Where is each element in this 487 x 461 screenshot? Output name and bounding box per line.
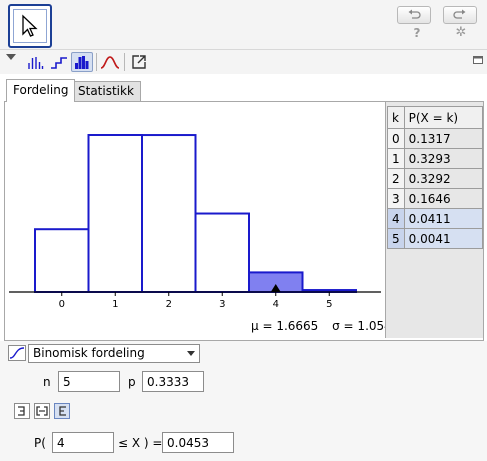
table-cell-probability: 0.1317 — [403, 128, 484, 149]
distribution-selected: Binomisk fordeling — [33, 346, 145, 360]
distribution-dropdown[interactable]: Binomisk fordeling — [28, 344, 200, 363]
gear-icon[interactable]: ✲ — [453, 25, 469, 41]
lower-bound-field[interactable] — [52, 432, 114, 453]
table-cell-probability: 0.3293 — [403, 148, 484, 169]
x-tick-label: 5 — [326, 299, 332, 310]
n-label: n — [43, 375, 51, 389]
tab-statistikk[interactable]: Statistikk — [71, 81, 141, 101]
tab-fordeling[interactable]: Fordeling — [6, 79, 76, 102]
p-label: p — [128, 375, 136, 389]
left-sided-icon — [18, 406, 25, 416]
histogram-bar — [34, 228, 90, 293]
interval-icon — [36, 406, 48, 416]
mean-label: μ = 1.6665 — [251, 319, 319, 333]
histogram-icon[interactable] — [71, 52, 93, 72]
normal-curve-icon[interactable] — [99, 52, 121, 72]
table-cell-probability: 0.3292 — [403, 168, 484, 189]
discrete-bars-icon[interactable] — [24, 52, 46, 72]
table-cell-k: 5 — [387, 228, 405, 249]
step-function-icon[interactable] — [48, 52, 70, 72]
undock-icon[interactable] — [473, 56, 483, 64]
undo-button[interactable] — [397, 6, 431, 24]
probability-prefix: P( — [34, 436, 46, 450]
table-row: 2 0.3292 — [387, 168, 484, 189]
table-cell-k: 4 — [387, 208, 405, 229]
table-header-p: P(X = k) — [403, 106, 484, 129]
p-field[interactable] — [142, 371, 204, 392]
probability-histogram: 0 1 2 3 4 5 — [9, 134, 381, 310]
chevron-down-icon — [187, 351, 195, 356]
histogram-bar — [87, 134, 143, 293]
redo-button[interactable] — [443, 6, 477, 24]
table-cell-probability: 0.0041 — [403, 228, 484, 249]
n-field[interactable] — [58, 371, 120, 392]
redo-icon — [453, 9, 466, 19]
table-cell-k: 2 — [387, 168, 405, 189]
view-menu-arrow-icon[interactable] — [6, 54, 16, 60]
probability-table: k P(X = k) 0 0.1317 1 0.3293 2 0.3292 3 0.1646 4… — [387, 106, 484, 249]
table-cell-k: 0 — [387, 128, 405, 149]
table-row: 5 0.0041 — [387, 228, 484, 249]
histogram-bar — [194, 212, 250, 293]
probability-result-field[interactable] — [162, 432, 234, 453]
cumulative-toggle-button[interactable] — [8, 345, 26, 361]
x-tick-label: 2 — [166, 299, 172, 310]
undo-icon — [408, 9, 421, 19]
cumulative-curve-icon — [9, 347, 25, 359]
interval-button[interactable] — [34, 403, 50, 419]
move-tool-button[interactable] — [8, 4, 52, 48]
x-tick-label: 3 — [219, 299, 225, 310]
table-row: 1 0.3293 — [387, 148, 484, 169]
help-icon[interactable]: ? — [410, 26, 424, 42]
table-cell-k: 1 — [387, 148, 405, 169]
x-tick-label: 1 — [112, 299, 118, 310]
table-row: 3 0.1646 — [387, 188, 484, 209]
main-toolbar: ? ✲ — [0, 0, 487, 50]
table-header-k: k — [387, 106, 405, 129]
distribution-panel: 012345 μ = 1.6665 σ = 1.0541 k P(X = k) … — [4, 101, 484, 341]
table-cell-probability: 0.1646 — [403, 188, 484, 209]
view-toolbar — [0, 50, 487, 74]
move-arrow-icon — [22, 14, 38, 37]
left-sided-button[interactable] — [14, 403, 30, 419]
x-tick-label: 0 — [59, 299, 65, 310]
probability-relation: ≤ X ) = — [118, 436, 163, 450]
x-tick-label: 4 — [273, 299, 279, 310]
right-sided-button[interactable] — [54, 403, 70, 419]
export-icon[interactable] — [128, 52, 150, 72]
table-row: 0 0.1317 — [387, 128, 484, 149]
table-cell-k: 3 — [387, 188, 405, 209]
table-row: 4 0.0411 — [387, 208, 484, 229]
histogram-bar — [141, 134, 197, 293]
right-sided-icon — [59, 406, 66, 416]
table-cell-probability: 0.0411 — [403, 208, 484, 229]
parameter-panel: Binomisk fordeling n p P( ≤ X ) = — [0, 341, 487, 461]
